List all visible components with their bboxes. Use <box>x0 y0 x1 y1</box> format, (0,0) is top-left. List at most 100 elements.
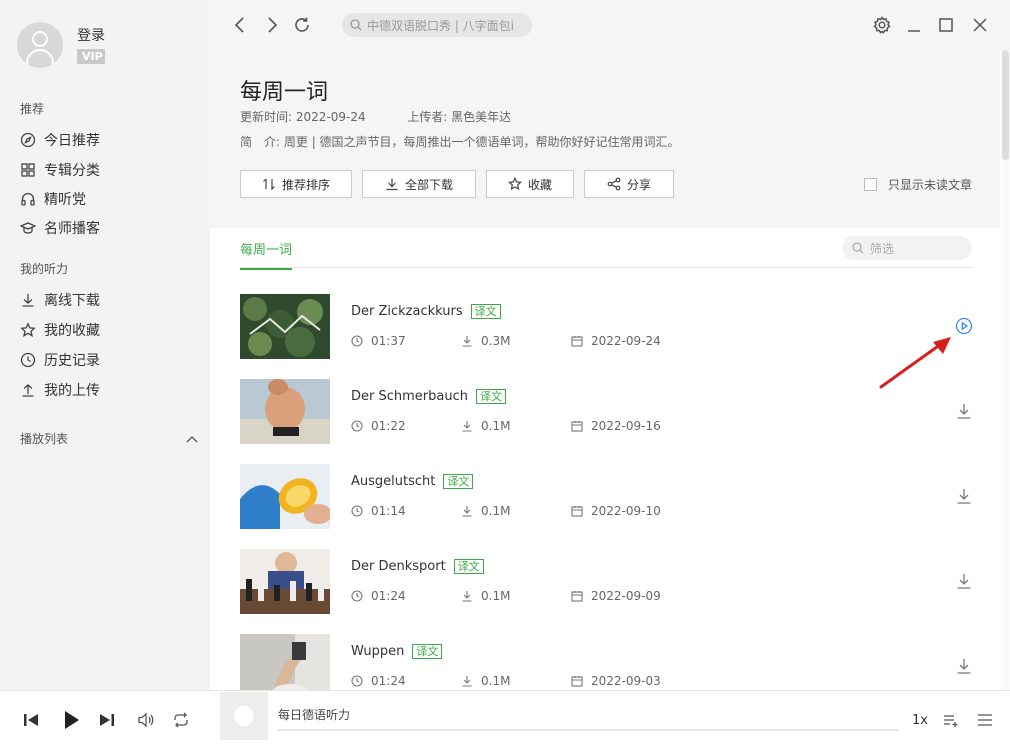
sidebar-item-label: 名师播客 <box>44 221 100 237</box>
forward-icon[interactable] <box>262 15 282 35</box>
clock-icon <box>351 420 363 432</box>
download-icon[interactable] <box>955 402 973 420</box>
sidebar-item-category[interactable]: 专辑分类 <box>20 160 100 180</box>
download-icon <box>462 506 472 517</box>
download-all-button[interactable]: 全部下载 <box>362 170 476 198</box>
clock-icon <box>351 505 363 517</box>
sidebar-item-intensive[interactable]: 精听党 <box>20 189 86 209</box>
list-item[interactable]: Ausgelutscht 译文 01:14 0.1M 2022-09-10 <box>240 464 975 530</box>
item-size: 0.1M <box>461 674 510 688</box>
download-icon <box>22 294 34 307</box>
clock-icon <box>351 675 363 687</box>
download-icon <box>386 178 398 191</box>
volume-icon[interactable] <box>137 711 155 729</box>
sidebar-item-label: 今日推荐 <box>44 133 100 149</box>
translation-badge[interactable]: 译文 <box>453 559 484 574</box>
sidebar-item-today[interactable]: 今日推荐 <box>20 130 100 150</box>
back-icon[interactable] <box>230 15 250 35</box>
play-icon[interactable] <box>60 709 82 731</box>
item-title[interactable]: Der Denksport 译文 <box>351 559 484 574</box>
scrollbar[interactable] <box>1001 50 1010 690</box>
sort-icon <box>263 178 275 191</box>
item-duration: 01:37 <box>351 334 406 348</box>
login-link[interactable]: 登录 <box>77 27 105 45</box>
playlist-add-icon[interactable] <box>943 713 959 727</box>
translation-badge[interactable]: 译文 <box>443 474 474 489</box>
download-icon <box>462 336 472 347</box>
avatar[interactable] <box>17 22 63 68</box>
calendar-icon <box>571 591 583 602</box>
thumbnail <box>240 549 330 614</box>
sidebar-item-label: 离线下载 <box>44 293 100 309</box>
favorite-button[interactable]: 收藏 <box>486 170 574 198</box>
list-icon[interactable] <box>977 713 993 727</box>
vip-badge: VIP <box>77 48 105 64</box>
translation-badge[interactable]: 译文 <box>475 389 506 404</box>
chevron-up-icon[interactable] <box>186 435 198 443</box>
progress-bar[interactable] <box>278 729 898 731</box>
sidebar-item-history[interactable]: 历史记录 <box>20 350 100 370</box>
thumbnail <box>240 379 330 444</box>
calendar-icon <box>571 506 583 517</box>
star-icon <box>508 177 522 191</box>
playlist-label: 播放列表 <box>20 432 69 446</box>
item-title[interactable]: Ausgelutscht 译文 <box>351 474 474 489</box>
list-item[interactable]: Wuppen 译文 01:24 0.1M 2022-09-03 <box>240 634 975 690</box>
section-my-listening: 我的听力 <box>20 262 69 276</box>
sidebar-item-label: 精听党 <box>44 192 86 208</box>
headphones-icon <box>21 192 35 206</box>
item-duration: 01:24 <box>351 589 406 603</box>
only-unread-checkbox[interactable] <box>864 178 877 191</box>
list-item[interactable]: Der Zickzackkurs 译文 01:37 0.3M 2022-09-2… <box>240 294 975 360</box>
calendar-icon <box>571 421 583 432</box>
download-icon[interactable] <box>955 657 973 675</box>
thumbnail <box>240 294 330 359</box>
profile[interactable]: 登录 VIP <box>17 22 105 68</box>
now-playing-cover[interactable] <box>220 692 268 740</box>
sidebar-item-favorites[interactable]: 我的收藏 <box>20 320 100 340</box>
filter-input[interactable]: 筛选 <box>842 236 972 260</box>
clock-icon <box>20 352 36 368</box>
download-icon <box>462 676 472 687</box>
only-unread-toggle[interactable]: 只显示未读文章 <box>864 176 972 193</box>
download-icon[interactable] <box>955 572 973 590</box>
item-title[interactable]: Der Zickzackkurs 译文 <box>351 304 501 319</box>
close-icon[interactable] <box>970 15 990 35</box>
previous-icon[interactable] <box>22 711 40 729</box>
sidebar-item-uploads[interactable]: 我的上传 <box>20 380 100 400</box>
tab-weekly-word[interactable]: 每周一词 <box>240 239 293 270</box>
item-date: 2022-09-10 <box>571 504 661 518</box>
download-icon <box>462 591 472 602</box>
sidebar-item-offline[interactable]: 离线下载 <box>20 290 100 310</box>
search-placeholder: 中德双语脱口秀 | 八字面包i <box>367 18 515 33</box>
grid-icon <box>21 163 35 177</box>
item-size: 0.1M <box>461 504 510 518</box>
scrollbar-thumb[interactable] <box>1002 50 1009 160</box>
star-icon <box>20 322 36 338</box>
maximize-icon[interactable] <box>936 15 956 35</box>
next-icon[interactable] <box>98 711 116 729</box>
search-icon <box>852 242 864 254</box>
sort-button[interactable]: 推荐排序 <box>240 170 352 198</box>
minimize-icon[interactable] <box>904 15 924 35</box>
item-duration: 01:22 <box>351 419 406 433</box>
translation-badge[interactable]: 译文 <box>470 304 501 319</box>
compass-icon <box>20 132 36 148</box>
speed-button[interactable]: 1x <box>912 713 928 728</box>
translation-badge[interactable]: 译文 <box>412 644 443 659</box>
search-input[interactable]: 中德双语脱口秀 | 八字面包i <box>342 13 532 37</box>
sidebar-item-podcast[interactable]: 名师播客 <box>20 218 100 238</box>
repeat-icon[interactable] <box>172 711 190 729</box>
share-button[interactable]: 分享 <box>584 170 674 198</box>
item-title[interactable]: Wuppen 译文 <box>351 644 443 659</box>
play-icon[interactable] <box>955 317 973 335</box>
refresh-icon[interactable] <box>292 15 312 35</box>
item-date: 2022-09-03 <box>571 674 661 688</box>
sidebar-item-label: 我的上传 <box>44 383 100 399</box>
download-icon[interactable] <box>955 487 973 505</box>
gear-icon[interactable] <box>872 15 892 35</box>
list-item[interactable]: Der Denksport 译文 01:24 0.1M 2022-09-09 <box>240 549 975 615</box>
playlist-header[interactable]: 播放列表 <box>20 430 198 447</box>
list-item[interactable]: Der Schmerbauch 译文 01:22 0.1M 2022-09-16 <box>240 379 975 445</box>
item-title[interactable]: Der Schmerbauch 译文 <box>351 389 506 404</box>
